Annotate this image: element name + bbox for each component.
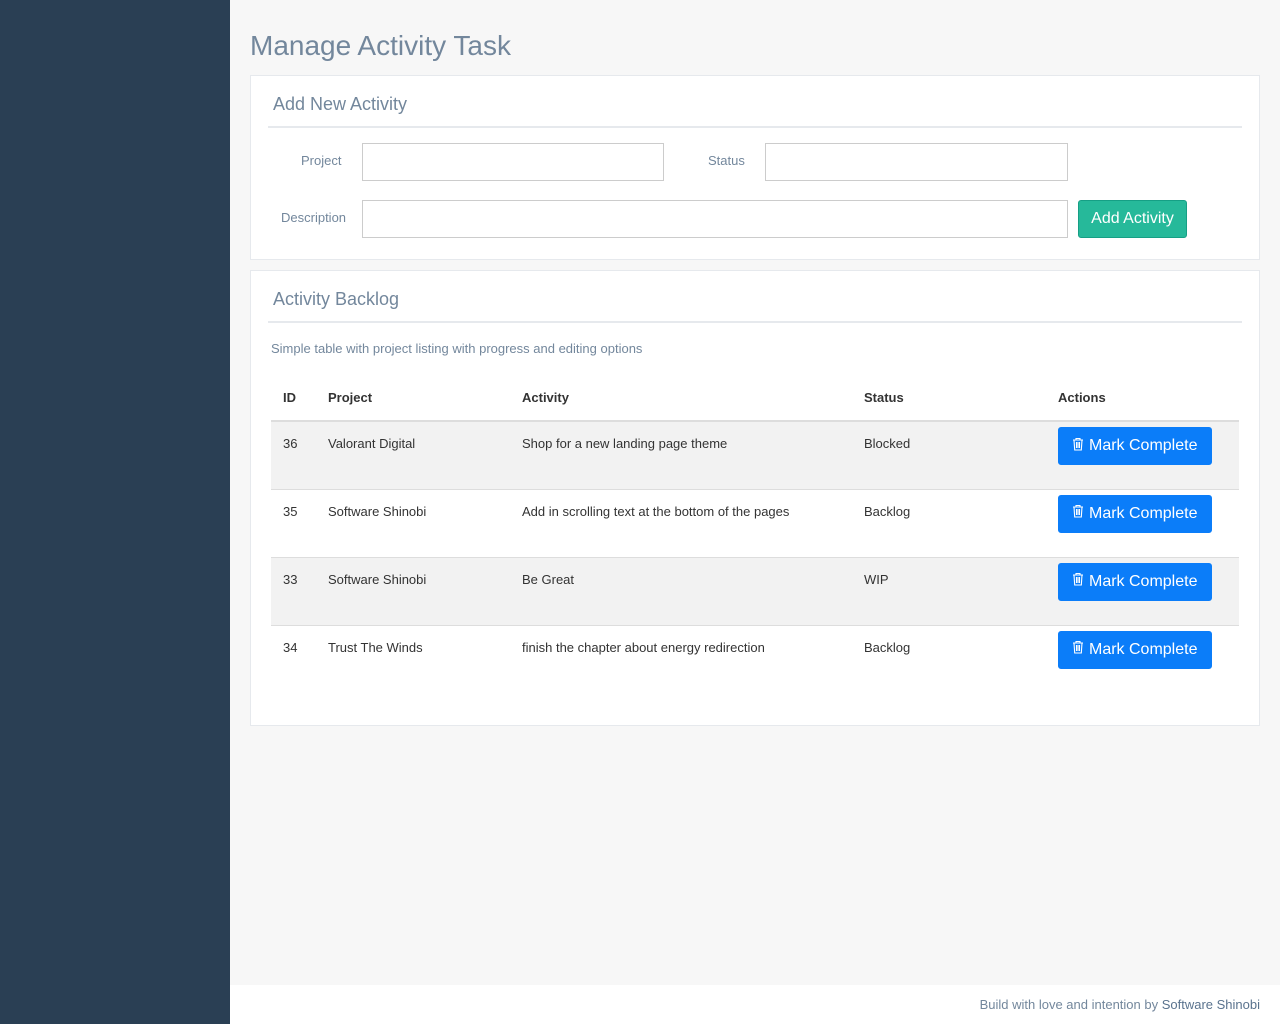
row-status: Backlog	[852, 488, 1046, 557]
activity-backlog-title: Activity Backlog	[273, 289, 400, 309]
mark-complete-button[interactable]: Mark Complete	[1058, 562, 1213, 601]
mark-complete-label: Mark Complete	[1089, 640, 1198, 658]
row-actions: Mark Complete	[1046, 488, 1239, 557]
panel-divider	[268, 321, 1242, 323]
add-activity-panel: Add New Activity Project Status Descript…	[250, 75, 1260, 260]
row-activity: finish the chapter about energy redirect…	[510, 624, 852, 693]
footer-credit: Build with love and intention by	[979, 997, 1162, 1012]
row-id: 35	[271, 488, 316, 557]
row-id: 36	[271, 420, 316, 489]
mark-complete-label: Mark Complete	[1089, 437, 1198, 454]
column-header-activity: Activity	[510, 374, 852, 422]
row-project: Trust The Winds	[316, 624, 510, 693]
table-row: 34 Trust The Winds finish the chapter ab…	[271, 624, 1239, 693]
activity-table: ID Project Activity Status Actions 36 Va…	[271, 374, 1239, 693]
row-id: 33	[271, 556, 316, 625]
mark-complete-button[interactable]: Mark Complete	[1058, 427, 1213, 465]
mark-complete-button[interactable]: Mark Complete	[1058, 494, 1213, 533]
row-project: Software Shinobi	[316, 556, 510, 625]
column-header-project: Project	[316, 374, 510, 422]
column-header-status: Status	[852, 374, 1046, 422]
sidebar	[0, 0, 230, 1024]
table-header-row: ID Project Activity Status Actions	[271, 374, 1239, 422]
add-activity-button[interactable]: Add Activity	[1078, 200, 1187, 238]
row-actions: Mark Complete	[1046, 624, 1239, 693]
row-status: Blocked	[852, 420, 1046, 489]
trash-icon	[1072, 640, 1084, 659]
row-project: Valorant Digital	[316, 420, 510, 489]
column-header-actions: Actions	[1046, 374, 1239, 422]
row-actions: Mark Complete	[1046, 420, 1239, 489]
trash-icon	[1072, 572, 1084, 591]
row-activity: Add in scrolling text at the bottom of t…	[510, 488, 852, 557]
main-content: Manage Activity Task Add New Activity Pr…	[230, 0, 1280, 985]
row-status: Backlog	[852, 624, 1046, 693]
column-header-id: ID	[271, 374, 316, 422]
footer: Build with love and intention by Softwar…	[230, 985, 1280, 1024]
footer-text: Build with love and intention by Softwar…	[980, 997, 1260, 1012]
row-status: WIP	[852, 556, 1046, 625]
row-id: 34	[271, 624, 316, 693]
mark-complete-label: Mark Complete	[1089, 504, 1198, 522]
panel-divider	[268, 126, 1242, 128]
table-row: 33 Software Shinobi Be Great WIP Mark Co…	[271, 556, 1239, 625]
table-row: 36 Valorant Digital Shop for a new landi…	[271, 420, 1239, 489]
row-project: Software Shinobi	[316, 488, 510, 557]
status-input[interactable]	[765, 143, 1068, 181]
row-activity: Be Great	[510, 556, 852, 625]
footer-link[interactable]: Software Shinobi	[1162, 997, 1260, 1012]
project-input[interactable]	[362, 143, 664, 181]
activity-backlog-panel: Activity Backlog Simple table with proje…	[250, 270, 1260, 726]
mark-complete-button[interactable]: Mark Complete	[1058, 630, 1213, 669]
trash-icon	[1072, 437, 1084, 456]
add-activity-title: Add New Activity	[273, 94, 408, 114]
description-input[interactable]	[362, 200, 1068, 238]
table-row: 35 Software Shinobi Add in scrolling tex…	[271, 488, 1239, 557]
trash-icon	[1072, 504, 1084, 523]
row-actions: Mark Complete	[1046, 556, 1239, 625]
row-activity: Shop for a new landing page theme	[510, 420, 852, 489]
backlog-subtitle: Simple table with project listing with p…	[271, 341, 643, 356]
project-label: Project	[301, 153, 342, 168]
description-label: Description	[281, 210, 347, 225]
page-title: Manage Activity Task	[250, 30, 511, 61]
mark-complete-label: Mark Complete	[1089, 572, 1198, 590]
status-label: Status	[708, 153, 745, 168]
